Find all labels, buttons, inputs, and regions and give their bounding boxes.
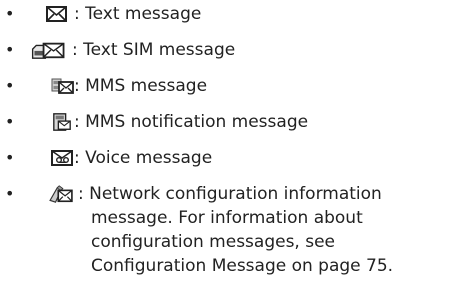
item-text-block: : Network configuration information mess… bbox=[78, 182, 393, 278]
continuation-line-2: configuration messages, see bbox=[91, 232, 336, 252]
bullet: • bbox=[5, 148, 15, 167]
item-label: : MMS message bbox=[74, 76, 208, 96]
bullet: • bbox=[5, 76, 15, 95]
mms-message-icon bbox=[51, 78, 74, 94]
bullet: • bbox=[5, 112, 15, 131]
mms-notification-icon bbox=[53, 113, 71, 131]
item-label: : MMS notification message bbox=[74, 112, 309, 132]
text-message-icon bbox=[46, 6, 67, 22]
bullet: • bbox=[5, 40, 15, 59]
continuation-line-3: Configuration Message on page 75. bbox=[91, 256, 394, 276]
continuation-line-1: message. For information about bbox=[91, 208, 363, 228]
voice-message-icon bbox=[51, 150, 73, 166]
network-config-icon bbox=[49, 185, 73, 203]
item-label: : Text message bbox=[74, 4, 202, 24]
item-label: : Network configuration information bbox=[78, 184, 382, 204]
item-label: : Text SIM message bbox=[72, 40, 236, 60]
bullet: • bbox=[5, 184, 15, 203]
sim-message-icon bbox=[31, 42, 65, 59]
bullet: • bbox=[5, 4, 15, 23]
item-label: : Voice message bbox=[74, 148, 213, 168]
